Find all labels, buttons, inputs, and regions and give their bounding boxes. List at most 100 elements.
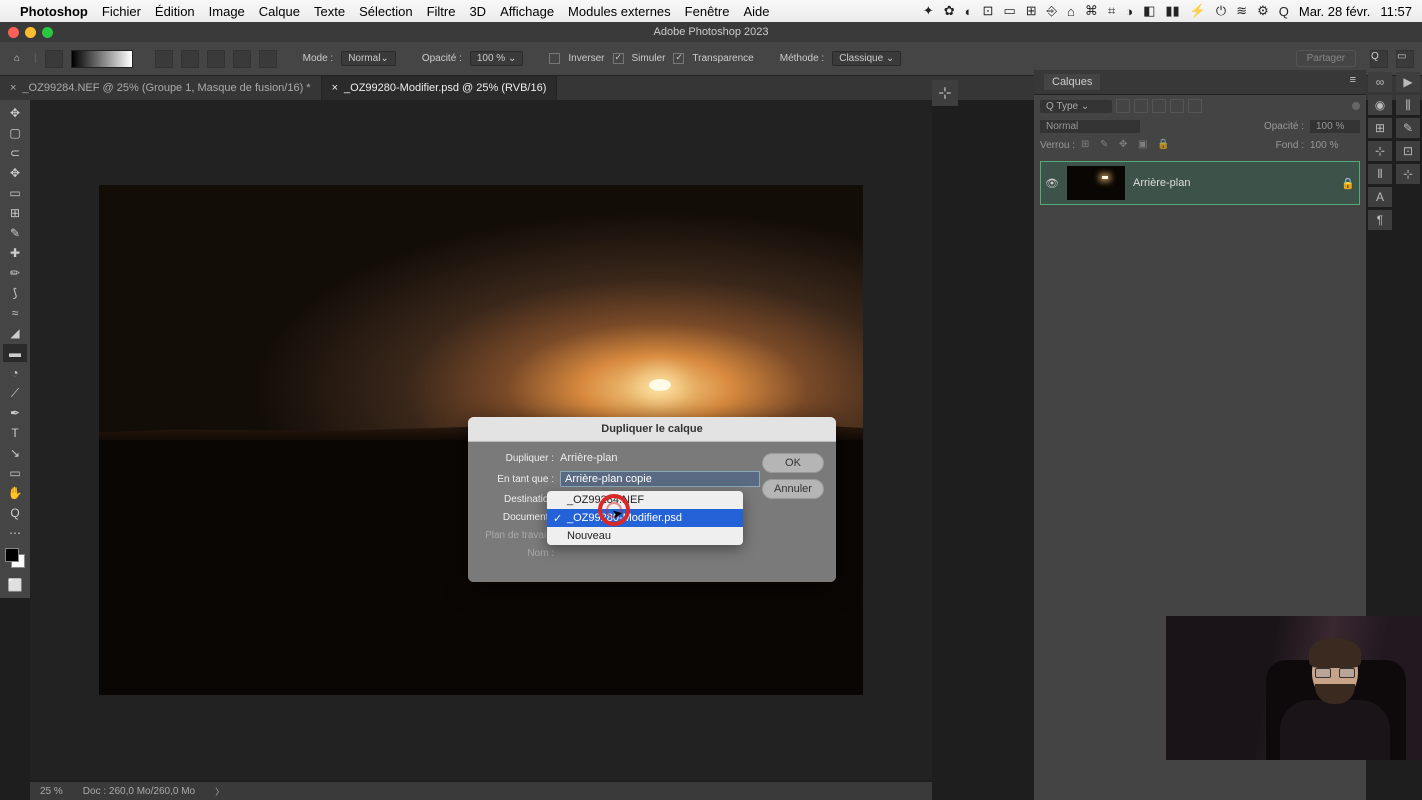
share-button[interactable]: Partager	[1296, 50, 1356, 67]
filter-toggle[interactable]	[1352, 102, 1360, 110]
history-brush-tool[interactable]: ≈	[3, 304, 27, 322]
mode-select[interactable]: Normal ⌄	[341, 51, 396, 66]
status-icon[interactable]: ⌘	[1085, 3, 1098, 19]
color-swatches[interactable]	[5, 548, 25, 568]
gradient-radial-icon[interactable]	[181, 50, 199, 68]
status-icon[interactable]: ⊞	[1026, 3, 1037, 19]
battery-icon[interactable]: ⏻	[1216, 3, 1226, 19]
wifi-icon[interactable]: ≋	[1236, 3, 1247, 19]
search-icon[interactable]: Q	[1279, 4, 1289, 19]
brushes-icon[interactable]: ⊡	[1396, 141, 1420, 161]
lasso-tool[interactable]: ⊂	[3, 144, 27, 162]
gradient-angle-icon[interactable]	[207, 50, 225, 68]
align-icon[interactable]: ⫴	[1368, 164, 1392, 184]
brush-settings-icon[interactable]: ✎	[1396, 118, 1420, 138]
dropdown-option-selected[interactable]: ✓_OZ99280-Modifier.psd	[547, 509, 743, 527]
doc-info[interactable]: Doc : 260,0 Mo/260,0 Mo	[83, 786, 195, 797]
actions-icon[interactable]: ▶	[1396, 72, 1420, 92]
workspace-icon[interactable]: ▭	[1396, 50, 1414, 68]
app-name[interactable]: Photoshop	[20, 4, 88, 19]
lock-icon[interactable]: 🔒	[1341, 177, 1355, 190]
panel-menu-icon[interactable]: ≡	[1350, 74, 1356, 90]
lock-artboard-icon[interactable]: ▣	[1138, 139, 1151, 152]
status-icon[interactable]: ◐	[965, 4, 973, 19]
gradient-reflected-icon[interactable]	[233, 50, 251, 68]
layers-tab[interactable]: Calques	[1044, 74, 1100, 90]
menu-fenetre[interactable]: Fenêtre	[685, 4, 730, 19]
crop-tool[interactable]: ▭	[3, 184, 27, 202]
search-icon[interactable]: Q	[1370, 50, 1388, 68]
menu-filtre[interactable]: Filtre	[427, 4, 456, 19]
menubar-time[interactable]: 11:57	[1380, 4, 1412, 19]
ok-button[interactable]: OK	[762, 453, 824, 473]
blend-mode-select[interactable]: Normal	[1040, 120, 1140, 133]
layer-thumbnail[interactable]	[1067, 166, 1125, 200]
opacity-select[interactable]: 100 % ⌄	[470, 51, 524, 66]
filter-pixel-icon[interactable]	[1116, 99, 1130, 113]
menu-calque[interactable]: Calque	[259, 4, 300, 19]
lock-pixels-icon[interactable]: ✎	[1100, 139, 1113, 152]
layer-name[interactable]: Arrière-plan	[1133, 177, 1190, 189]
menu-aide[interactable]: Aide	[743, 4, 769, 19]
home-icon[interactable]: ⌂	[8, 50, 26, 68]
dropdown-option[interactable]: Nouveau	[547, 527, 743, 545]
gradient-tool-icon[interactable]	[45, 50, 63, 68]
status-icon[interactable]: ✦	[923, 3, 934, 19]
status-icon[interactable]: ⊡	[983, 3, 994, 19]
status-icon[interactable]: ⌗	[1108, 3, 1115, 19]
clone-icon[interactable]: ⊹	[1396, 164, 1420, 184]
paragraph-icon[interactable]: ¶	[1368, 210, 1392, 230]
collapsed-panel-icon[interactable]: ⊹	[932, 80, 958, 106]
status-icon[interactable]: ◑	[1125, 4, 1133, 19]
selection-tool[interactable]: ✥	[3, 164, 27, 182]
status-icon[interactable]: ⌂	[1067, 4, 1075, 19]
chain-icon[interactable]: ∞	[1368, 72, 1392, 92]
inverser-checkbox[interactable]	[549, 53, 560, 64]
type-tool[interactable]: T	[3, 424, 27, 442]
dropdown-option[interactable]: _OZ99284.NEF	[547, 491, 743, 509]
path-tool[interactable]: ↘	[3, 444, 27, 462]
gradient-linear-icon[interactable]	[155, 50, 173, 68]
blur-tool[interactable]: ◔	[3, 364, 27, 382]
bluetooth-icon[interactable]: ⚡	[1190, 3, 1206, 19]
histogram-icon[interactable]: ⫼	[1396, 95, 1420, 115]
eraser-tool[interactable]: ◢	[3, 324, 27, 342]
color-icon[interactable]: ◉	[1368, 95, 1392, 115]
methode-select[interactable]: Classique ⌄	[832, 51, 901, 66]
pen-tool[interactable]: ✒	[3, 404, 27, 422]
healing-tool[interactable]: ✚	[3, 244, 27, 262]
stamp-tool[interactable]: ⟆	[3, 284, 27, 302]
filter-adjust-icon[interactable]	[1134, 99, 1148, 113]
text-icon[interactable]: A	[1368, 187, 1392, 207]
zoom-tool[interactable]: Q	[3, 504, 27, 522]
menu-modules[interactable]: Modules externes	[568, 4, 671, 19]
more-tools[interactable]: ⋯	[3, 524, 27, 542]
adjustments-icon[interactable]: ⊹	[1368, 141, 1392, 161]
marquee-tool[interactable]: ▢	[3, 124, 27, 142]
dodge-tool[interactable]: ⟋	[3, 384, 27, 402]
quickmask-tool[interactable]: ⬜	[3, 576, 27, 594]
menu-affichage[interactable]: Affichage	[500, 4, 554, 19]
layer-name-input[interactable]	[560, 471, 760, 487]
lock-position-icon[interactable]: ✥	[1119, 139, 1132, 152]
doc-tab-1[interactable]: × _OZ99284.NEF @ 25% (Groupe 1, Masque d…	[0, 76, 322, 100]
lock-transparency-icon[interactable]: ⊞	[1081, 139, 1094, 152]
gradient-diamond-icon[interactable]	[259, 50, 277, 68]
hand-tool[interactable]: ✋	[3, 484, 27, 502]
eyedropper-tool[interactable]: ✎	[3, 224, 27, 242]
swatches-icon[interactable]: ⊞	[1368, 118, 1392, 138]
close-tab-icon[interactable]: ×	[10, 82, 16, 94]
chevron-right-icon[interactable]: 〉	[215, 785, 224, 798]
shape-tool[interactable]: ▭	[3, 464, 27, 482]
menu-selection[interactable]: Sélection	[359, 4, 412, 19]
gradient-tool[interactable]: ▬	[3, 344, 27, 362]
gradient-preview[interactable]	[71, 50, 133, 68]
status-icon[interactable]: ⎆	[1047, 3, 1057, 19]
status-icon[interactable]: ✿	[944, 3, 955, 19]
menu-edition[interactable]: Édition	[155, 4, 195, 19]
filter-shape-icon[interactable]	[1170, 99, 1184, 113]
status-icon[interactable]: ▮▮	[1165, 3, 1179, 19]
status-icon[interactable]: ◧	[1143, 3, 1155, 19]
visibility-icon[interactable]: 👁	[1045, 177, 1059, 190]
filter-type-icon[interactable]	[1152, 99, 1166, 113]
